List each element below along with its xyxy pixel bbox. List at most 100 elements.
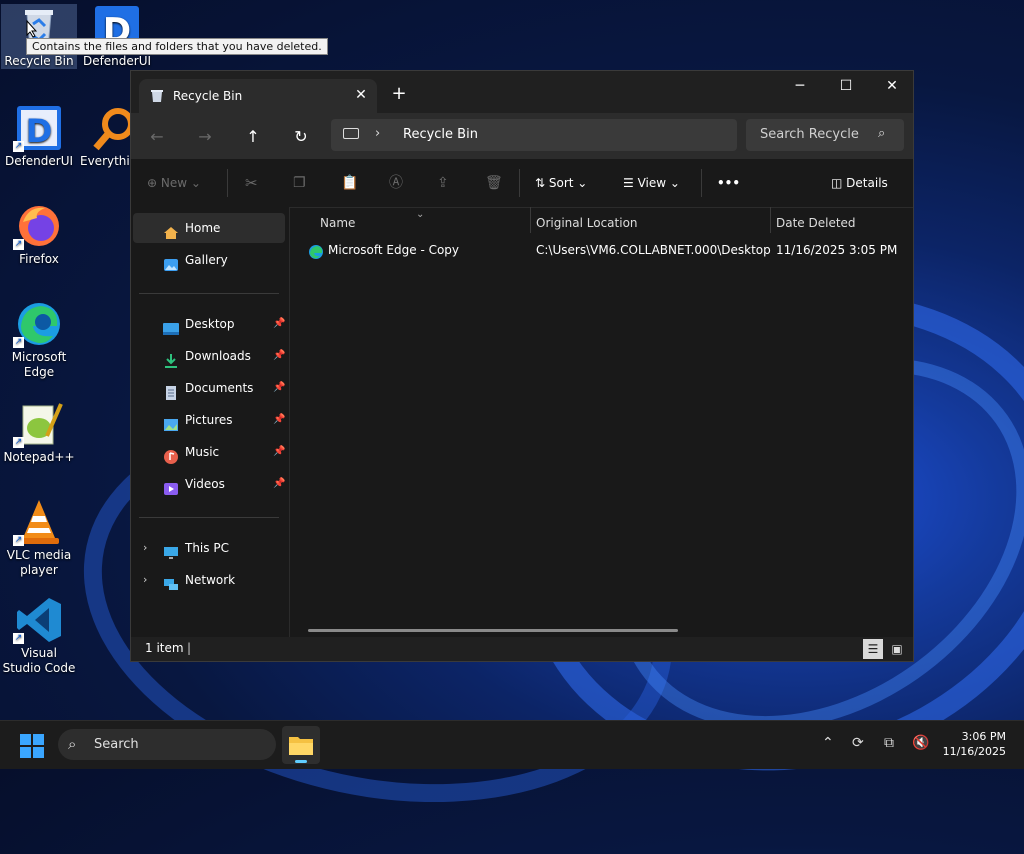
nav-item-label: Music [185,445,220,459]
pin-icon[interactable]: 📌 [273,341,285,371]
windows-start-icon[interactable] [20,734,44,761]
title-bar: Recycle Bin ✕ + ─ ☐ ✕ [131,71,913,113]
nav-item-videos[interactable]: Videos 📌 [133,469,285,499]
search-placeholder: Search Recycle Bin [760,127,860,142]
cut-icon[interactable]: ✂ [245,171,258,195]
horizontal-scrollbar[interactable] [308,629,678,632]
desktop-folder-icon [163,317,179,335]
taskbar-file-explorer[interactable] [282,726,320,764]
desktop-icon-label: Recycle Bin [4,54,74,68]
taskbar-search[interactable]: ⌕ Search [58,729,276,760]
desktop-icon-label: DefenderUI [82,54,152,68]
desktop-icon-defenderui-top[interactable]: D DefenderUI [79,4,155,69]
view-button[interactable]: ☰ View ⌄ [623,171,680,195]
search-input[interactable]: Search Recycle Bin ⌕ [746,119,904,151]
details-pane-icon: ◫ [831,176,843,190]
table-row[interactable]: Microsoft Edge - Copy C:\Users\VM6.COLLA… [290,237,913,263]
column-divider[interactable] [530,207,531,233]
refresh-icon[interactable]: ↻ [289,125,313,149]
column-header-original-location[interactable]: Original Location [536,211,638,235]
new-button[interactable]: ⊕ New ⌄ [147,171,201,195]
file-date-deleted: 11/16/2025 3:05 PM [776,243,898,257]
column-divider[interactable] [770,207,771,233]
minimize-icon[interactable]: ─ [777,71,823,101]
up-arrow-icon[interactable]: ↑ [241,125,265,149]
desktop-icon-label: Firefox [19,252,59,266]
desktop-icon-firefox[interactable]: ↗ Firefox [1,202,77,267]
breadcrumb-recycle-bin[interactable]: Recycle Bin [403,127,478,142]
edge-icon: ↗ [13,300,63,348]
desktop-icon-vlc[interactable]: ↗ VLC media player [1,498,77,578]
more-options-button[interactable]: ••• [717,171,740,195]
view-label: View [637,176,667,190]
forward-arrow-icon[interactable]: → [193,125,217,149]
tab-recycle-bin[interactable]: Recycle Bin ✕ [139,79,377,113]
divider [227,169,228,197]
folder-icon [289,737,313,755]
sort-button[interactable]: ⇅ Sort ⌄ [535,171,587,195]
gallery-icon [163,253,179,271]
back-arrow-icon[interactable]: ← [145,125,169,149]
column-header-date-deleted[interactable]: Date Deleted [776,211,856,235]
desktop-icon-label: Everythi [80,154,130,168]
desktop-icon-recycle-bin[interactable]: Recycle Bin [1,4,77,69]
firefox-icon: ↗ [13,202,63,250]
details-pane-button[interactable]: ◫ Details [831,171,888,195]
details-view-icon[interactable]: ☰ [863,639,883,659]
desktop-icon-vscode[interactable]: ↗ Visual Studio Code [1,596,77,676]
maximize-icon[interactable]: ☐ [823,71,869,101]
defenderui-icon: D ↗ [13,104,63,152]
navigation-pane: Home Gallery Desktop 📌 Downloads 📌 Docum… [131,207,290,637]
nav-item-pictures[interactable]: Pictures 📌 [133,405,285,435]
chevron-up-icon[interactable]: ⌃ [822,735,834,751]
sort-indicator-icon: ⌄ [416,209,425,220]
pin-icon[interactable]: 📌 [273,373,285,403]
sync-icon[interactable]: ⟳ [852,735,864,751]
close-icon[interactable]: ✕ [869,71,915,101]
nav-item-documents[interactable]: Documents 📌 [133,373,285,403]
pin-icon[interactable]: 📌 [273,405,285,435]
nav-item-label: Desktop [185,317,235,331]
chevron-right-icon[interactable]: › [143,565,147,595]
this-pc-icon [343,128,359,139]
delete-icon[interactable]: 🗑 [485,171,503,195]
copy-icon[interactable]: ❐ [293,171,306,195]
display-icon[interactable]: ⧉ [884,735,894,751]
chevron-right-icon[interactable]: › [375,126,380,141]
details-label: Details [846,176,888,190]
nav-item-label: Downloads [185,349,251,363]
taskbar-search-label: Search [94,737,139,752]
documents-icon [163,381,179,400]
shortcut-arrow-icon: ↗ [13,535,24,546]
chevron-right-icon[interactable]: › [143,533,147,563]
pin-icon[interactable]: 📌 [273,437,285,467]
volume-muted-icon[interactable]: 🔇 [912,735,929,751]
tab-close-icon[interactable]: ✕ [351,85,371,105]
desktop-icon-notepadpp[interactable]: ↗ Notepad++ [1,400,77,465]
pin-icon[interactable]: 📌 [273,469,285,499]
nav-item-downloads[interactable]: Downloads 📌 [133,341,285,371]
nav-item-label: Videos [185,477,225,491]
desktop-icon-microsoft-edge[interactable]: ↗ Microsoft Edge [1,300,77,380]
paste-icon[interactable]: 📋 [341,171,358,195]
nav-item-home[interactable]: Home [133,213,285,243]
search-icon: ⌕ [68,735,77,753]
large-icons-view-icon[interactable]: ▣ [887,639,907,659]
address-bar-row: ← → ↑ ↻ › Recycle Bin Search Recycle Bin… [131,113,913,159]
clock[interactable]: 3:06 PM 11/16/2025 [943,729,1006,759]
svg-text:D: D [26,112,53,150]
address-field[interactable]: › Recycle Bin [331,119,737,151]
nav-item-this-pc[interactable]: › This PC [133,533,285,563]
column-header-name[interactable]: Name [320,211,355,235]
share-icon[interactable]: ⇪ [437,171,449,195]
desktop-icon-defenderui[interactable]: D ↗ DefenderUI [1,104,77,169]
nav-item-desktop[interactable]: Desktop 📌 [133,309,285,339]
new-tab-icon[interactable]: + [389,85,409,105]
nav-item-network[interactable]: › Network [133,565,285,595]
rename-icon[interactable]: Ⓐ [389,171,403,195]
nav-item-label: Network [185,573,236,587]
nav-item-music[interactable]: Music 📌 [133,437,285,467]
nav-item-gallery[interactable]: Gallery [133,245,285,275]
pin-icon[interactable]: 📌 [273,309,285,339]
desktop-icon-everything[interactable]: Everythi [80,104,130,169]
